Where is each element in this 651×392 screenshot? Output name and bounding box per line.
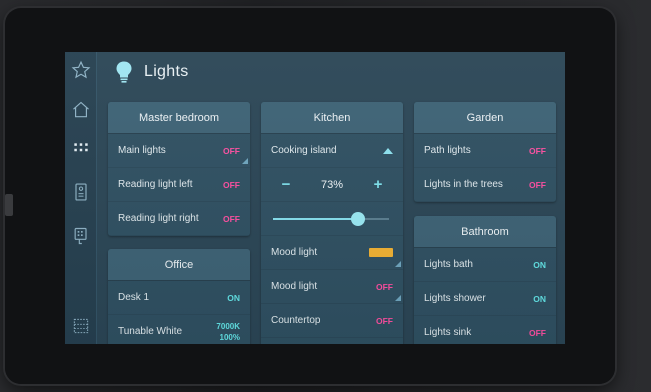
page-header: Lights [97,52,565,92]
light-label: Lights shower [424,293,486,304]
light-status: OFF [529,145,546,156]
light-row[interactable]: Reading light left OFF [108,168,250,202]
light-label: Lights sink [424,327,472,338]
light-label: Lights in the trees [424,179,503,190]
light-status: OFF [223,145,240,156]
light-row[interactable]: Lights sink OFF [414,316,556,344]
room-title: Garden [414,102,556,134]
page-title: Lights [144,63,189,80]
dimmer-slider-row [261,202,403,236]
sidebar [65,52,97,344]
light-status: OFF [529,179,546,190]
device-bottom-bezel [5,344,615,384]
light-row[interactable]: Lights bath ON [414,248,556,282]
light-status: OFF [376,281,393,292]
light-status: OFF [529,327,546,338]
lightbulb-icon [116,61,132,83]
light-label: Desk 1 [118,292,150,303]
light-status: OFF [376,315,393,326]
light-status: ON [533,293,546,304]
light-label: Path lights [424,145,471,156]
collapse-chevron-icon[interactable] [383,147,393,154]
light-label: Cooking island [271,145,337,156]
dimmer-level: 73% [320,178,344,191]
home-icon[interactable] [69,98,93,122]
expand-corner-icon[interactable] [395,295,401,301]
dimmer-stepper: − 73% + [261,168,403,202]
light-status: ON [533,259,546,270]
light-row[interactable]: Lights shower ON [414,282,556,316]
light-label: Mood light [271,281,318,292]
slider-thumb[interactable] [350,212,365,226]
intercom-icon[interactable] [69,180,93,204]
side-port [5,194,13,216]
light-label: Countertop [271,315,321,326]
room-title: Bathroom [414,216,556,248]
room-card-kitchen: Kitchen Cooking island − 73% + Mood ligh… [261,102,403,344]
light-row[interactable]: Lights in the trees OFF [414,168,556,202]
grid-icon[interactable] [69,138,93,162]
light-row[interactable]: Reading light right OFF [108,202,250,236]
app-screen: Lights Master bedroom Main lights OFF Re… [65,52,565,344]
building-icon[interactable] [69,314,93,338]
room-card-bathroom: Bathroom Lights bath ON Lights shower ON… [414,216,556,344]
room-title: Master bedroom [108,102,250,134]
increase-button[interactable]: + [371,176,385,193]
light-row[interactable]: Tunable White 7000K 100% [108,315,250,344]
light-label: Main lights [118,145,166,156]
light-row[interactable]: Main lights OFF [108,134,250,168]
color-swatch[interactable] [369,248,393,257]
light-label: Lights bath [424,259,473,270]
light-row-expanded[interactable]: Cooking island [261,134,403,168]
light-status: OFF [223,179,240,190]
light-label: Tunable White [118,326,183,337]
light-row[interactable]: Mood light [261,236,403,270]
light-label: Mood light [271,247,318,258]
light-row[interactable]: Countertop OFF [261,304,403,338]
dimmer-slider[interactable] [273,212,389,226]
slider-fill [273,218,358,220]
color-temperature-value: 7000K [216,321,240,331]
light-row[interactable]: Path lights OFF [414,134,556,168]
light-status: 7000K 100% [216,321,240,343]
keypad-icon[interactable] [69,224,93,248]
room-title: Kitchen [261,102,403,134]
expand-corner-icon[interactable] [395,261,401,267]
brightness-value: 100% [219,332,240,342]
star-icon[interactable] [69,58,93,82]
room-title: Office [108,249,250,281]
room-card-garden: Garden Path lights OFF Lights in the tre… [414,102,556,202]
expand-corner-icon[interactable] [242,158,248,164]
light-status: OFF [223,213,240,224]
light-row[interactable]: Desk 1 ON [108,281,250,315]
light-label: Reading light left [118,179,193,190]
light-label: Reading light right [118,213,199,224]
decrease-button[interactable]: − [279,176,293,193]
room-card-master-bedroom: Master bedroom Main lights OFF Reading l… [108,102,250,236]
light-row[interactable]: Mood light OFF [261,270,403,304]
light-status: ON [227,292,240,303]
room-card-office: Office Desk 1 ON Tunable White 7000K 100… [108,249,250,344]
